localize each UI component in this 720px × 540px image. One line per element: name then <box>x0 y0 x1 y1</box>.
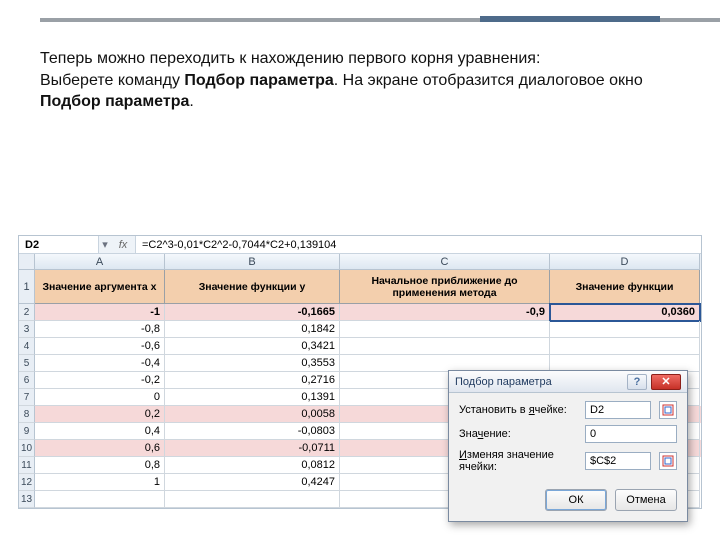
text-bold-1: Подбор параметра <box>184 72 333 89</box>
fx-label[interactable]: fx <box>111 239 135 251</box>
cell-A[interactable]: 0 <box>35 389 165 406</box>
row-num[interactable]: 12 <box>19 474 35 491</box>
row-1-num[interactable]: 1 <box>19 270 35 304</box>
cell-C[interactable] <box>340 338 550 355</box>
range-picker-icon <box>662 404 674 416</box>
text-bold-2: Подбор параметра <box>40 93 189 110</box>
cancel-button[interactable]: Отмена <box>615 489 677 511</box>
col-D[interactable]: D <box>550 254 700 270</box>
cell-B[interactable]: 0,1842 <box>165 321 340 338</box>
text-line2c: . На экране отобразится диалоговое окно <box>334 72 643 89</box>
cell-A[interactable]: -0,6 <box>35 338 165 355</box>
header-C[interactable]: Начальное приближение до применения мето… <box>340 270 550 304</box>
close-icon: ✕ <box>661 375 670 388</box>
row-num[interactable]: 5 <box>19 355 35 372</box>
cell-B[interactable]: 0,2716 <box>165 372 340 389</box>
row-num[interactable]: 13 <box>19 491 35 508</box>
cell-D[interactable] <box>550 321 700 338</box>
cell-A[interactable]: 0,2 <box>35 406 165 423</box>
text-line1: Теперь можно переходить к нахождению пер… <box>40 50 540 67</box>
column-headers: A B C D <box>19 254 701 270</box>
cell-B[interactable]: -0,0803 <box>165 423 340 440</box>
cell-D[interactable] <box>550 338 700 355</box>
cell-C[interactable] <box>340 321 550 338</box>
cell-B[interactable]: -0,1665 <box>165 304 340 321</box>
dialog-titlebar[interactable]: Подбор параметра ? ✕ <box>449 371 687 393</box>
range-picker-icon <box>662 455 674 467</box>
cell-A[interactable]: 1 <box>35 474 165 491</box>
cell-B[interactable] <box>165 491 340 508</box>
header-A[interactable]: Значение аргумента x <box>35 270 165 304</box>
select-all-corner[interactable] <box>19 254 35 270</box>
row-num[interactable]: 11 <box>19 457 35 474</box>
cell-A[interactable]: -0,8 <box>35 321 165 338</box>
namebox-dropdown-icon[interactable]: ▾ <box>99 238 111 251</box>
formula-input[interactable]: =C2^3-0,01*C2^2-0,7044*C2+0,139104 <box>135 236 701 253</box>
to-value-label: Значение: <box>459 428 579 440</box>
help-button[interactable]: ? <box>627 374 647 390</box>
cell-A[interactable]: 0,8 <box>35 457 165 474</box>
changing-cell-picker[interactable] <box>659 452 677 470</box>
cell-B[interactable]: 0,0812 <box>165 457 340 474</box>
cell-B[interactable]: 0,4247 <box>165 474 340 491</box>
formula-bar: D2 ▾ fx =C2^3-0,01*C2^2-0,7044*C2+0,1391… <box>19 236 701 254</box>
header-D[interactable]: Значение функции <box>550 270 700 304</box>
cell-B[interactable]: -0,0711 <box>165 440 340 457</box>
cell-D[interactable]: 0,0360 <box>550 304 700 321</box>
cell-C[interactable]: -0,9 <box>340 304 550 321</box>
set-cell-input[interactable]: D2 <box>585 401 651 419</box>
row-num[interactable]: 4 <box>19 338 35 355</box>
cell-A[interactable] <box>35 491 165 508</box>
table-row: 4-0,60,3421 <box>19 338 701 355</box>
header-B[interactable]: Значение функции y <box>165 270 340 304</box>
row-num[interactable]: 3 <box>19 321 35 338</box>
close-button[interactable]: ✕ <box>651 374 681 390</box>
cell-A[interactable]: 0,6 <box>35 440 165 457</box>
slide-body: Теперь можно переходить к нахождению пер… <box>40 48 660 113</box>
goal-seek-dialog: Подбор параметра ? ✕ Установить в ячейке… <box>448 370 688 522</box>
row-num[interactable]: 2 <box>19 304 35 321</box>
row-num[interactable]: 6 <box>19 372 35 389</box>
row-num[interactable]: 10 <box>19 440 35 457</box>
cell-B[interactable]: 0,3421 <box>165 338 340 355</box>
header-row: 1 Значение аргумента x Значение функции … <box>19 270 701 304</box>
slide-rule <box>40 18 720 30</box>
col-C[interactable]: C <box>340 254 550 270</box>
cell-A[interactable]: -0,4 <box>35 355 165 372</box>
to-value-input[interactable]: 0 <box>585 425 677 443</box>
row-num[interactable]: 8 <box>19 406 35 423</box>
col-A[interactable]: A <box>35 254 165 270</box>
text-line2a: Выберете команду <box>40 72 184 89</box>
set-cell-picker[interactable] <box>659 401 677 419</box>
cell-A[interactable]: -0,2 <box>35 372 165 389</box>
text-line2e: . <box>189 93 193 110</box>
cell-A[interactable]: -1 <box>35 304 165 321</box>
col-B[interactable]: B <box>165 254 340 270</box>
table-row: 2-1-0,1665-0,90,0360 <box>19 304 701 321</box>
cell-B[interactable]: 0,1391 <box>165 389 340 406</box>
changing-cell-label: Изменяя значение ячейки: <box>459 449 579 473</box>
ok-button[interactable]: ОК <box>545 489 607 511</box>
changing-cell-input[interactable]: $C$2 <box>585 452 651 470</box>
dialog-title: Подбор параметра <box>455 376 627 388</box>
table-row: 3-0,80,1842 <box>19 321 701 338</box>
cell-B[interactable]: 0,0058 <box>165 406 340 423</box>
set-cell-label: Установить в ячейке: <box>459 404 579 416</box>
row-num[interactable]: 9 <box>19 423 35 440</box>
cell-B[interactable]: 0,3553 <box>165 355 340 372</box>
cell-A[interactable]: 0,4 <box>35 423 165 440</box>
name-box[interactable]: D2 <box>19 236 99 253</box>
row-num[interactable]: 7 <box>19 389 35 406</box>
